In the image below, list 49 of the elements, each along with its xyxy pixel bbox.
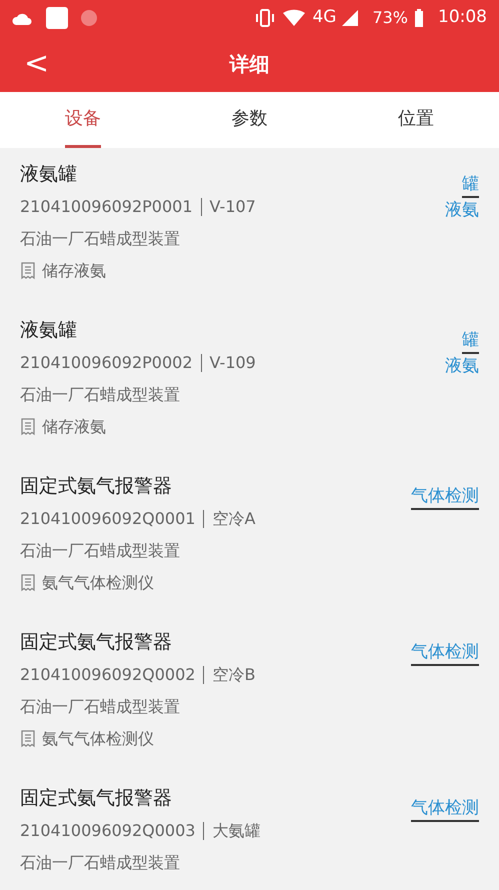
device-description: 氨气气体检测仪 bbox=[42, 572, 154, 594]
square-icon bbox=[46, 7, 68, 29]
tag-number: V-109 bbox=[210, 352, 256, 374]
category-tag: 液氨 bbox=[445, 198, 479, 222]
back-button[interactable]: < bbox=[16, 49, 58, 79]
device-location: 石油一厂石蜡成型装置 bbox=[20, 852, 181, 874]
tab[interactable]: 参数 bbox=[166, 92, 333, 148]
circle-icon bbox=[80, 9, 98, 27]
device-location: 石油一厂石蜡成型装置 bbox=[20, 540, 181, 562]
device-location: 石油一厂石蜡成型装置 bbox=[20, 696, 181, 718]
device-code: 210410096092P0001 bbox=[20, 196, 193, 218]
tab[interactable]: 位置 bbox=[332, 92, 499, 148]
category-tag: 罐 bbox=[462, 172, 479, 198]
device-name: 固定式氨气报警器 bbox=[20, 786, 173, 810]
category-tag: 气体检测 bbox=[411, 640, 479, 666]
clock: 10:08 bbox=[438, 6, 487, 30]
signal-icon bbox=[342, 10, 358, 26]
device-name: 固定式氨气报警器 bbox=[20, 474, 173, 498]
category-tag: 液氨 bbox=[445, 354, 479, 378]
tag-number: 空冷B bbox=[212, 664, 256, 686]
document-icon bbox=[20, 730, 36, 748]
tab[interactable]: 设备 bbox=[0, 92, 166, 148]
device-name: 液氨罐 bbox=[20, 162, 78, 186]
device-description: 储存液氨 bbox=[42, 260, 106, 282]
network-type: 4G bbox=[312, 6, 336, 30]
category-tag: 罐 bbox=[462, 328, 479, 354]
device-code: 210410096092Q0001 bbox=[20, 508, 196, 530]
tag-number: V-107 bbox=[210, 196, 256, 218]
wifi-icon bbox=[282, 9, 306, 27]
battery-icon bbox=[414, 8, 424, 28]
battery-percent: 73% bbox=[372, 7, 408, 29]
device-name: 液氨罐 bbox=[20, 318, 78, 342]
tag-number: 空冷A bbox=[212, 508, 256, 530]
category-tag: 气体检测 bbox=[411, 796, 479, 822]
category-tag: 气体检测 bbox=[411, 484, 479, 510]
device-location: 石油一厂石蜡成型装置 bbox=[20, 384, 181, 406]
page-title: 详细 bbox=[230, 51, 270, 78]
device-description: 储存液氨 bbox=[42, 416, 106, 438]
device-code: 210410096092P0002 bbox=[20, 352, 193, 374]
device-code: 210410096092Q0002 bbox=[20, 664, 196, 686]
vibrate-icon bbox=[254, 8, 276, 28]
device-location: 石油一厂石蜡成型装置 bbox=[20, 228, 181, 250]
device-name: 固定式氨气报警器 bbox=[20, 630, 173, 654]
document-icon bbox=[20, 418, 36, 436]
device-code: 210410096092Q0003 bbox=[20, 820, 196, 842]
tag-number: 大氨罐 bbox=[212, 820, 260, 842]
device-description: 氨气气体检测仪 bbox=[42, 728, 154, 750]
document-icon bbox=[20, 262, 36, 280]
document-icon bbox=[20, 574, 36, 592]
